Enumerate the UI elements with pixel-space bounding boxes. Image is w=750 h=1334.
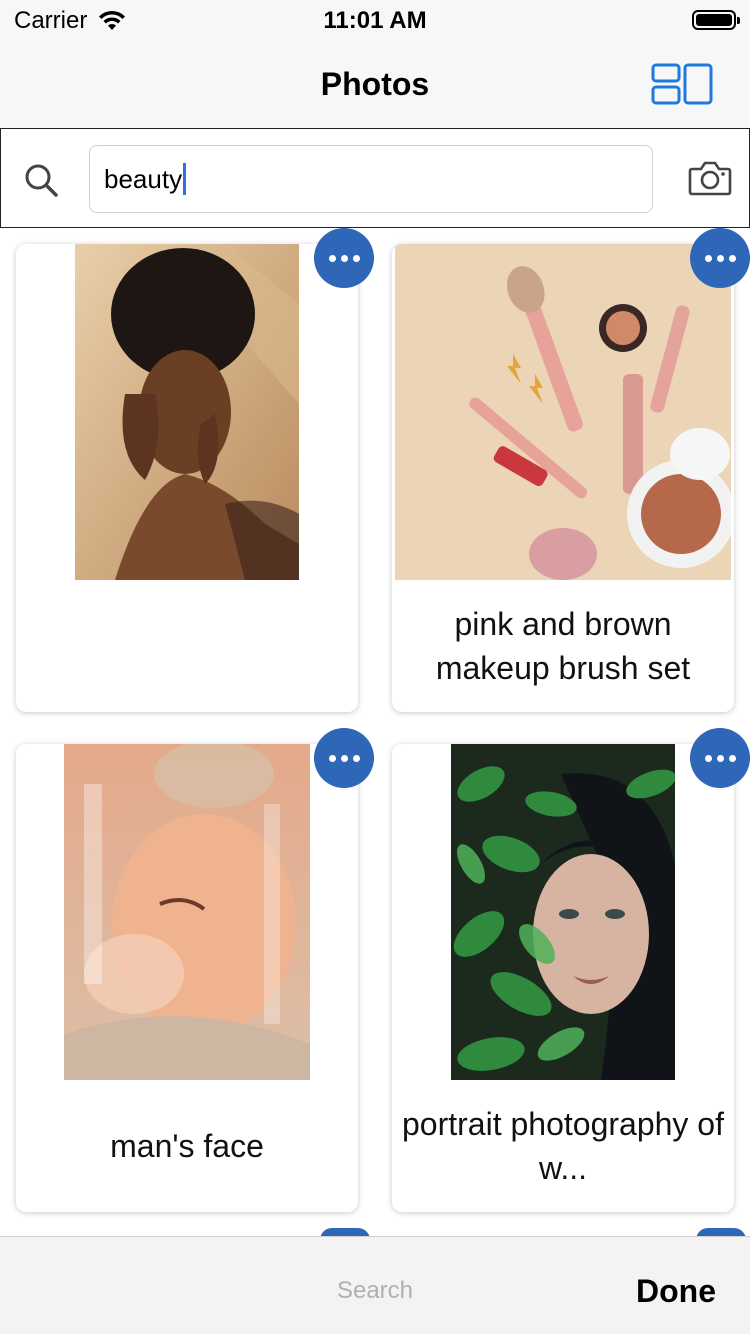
photo-caption: pink and brown makeup brush set [435, 606, 691, 686]
search-input-value: beauty [104, 163, 183, 194]
more-options-button[interactable] [690, 228, 750, 288]
status-bar: Carrier 11:01 AM [0, 0, 750, 40]
text-caret [183, 163, 187, 195]
done-button[interactable]: Done [636, 1273, 716, 1310]
layout-toggle-icon [651, 63, 713, 105]
more-options-button[interactable] [314, 228, 374, 288]
photo-card[interactable]: pink and brown makeup brush set [392, 244, 734, 712]
search-icon [25, 164, 58, 197]
photo-caption: man's face [110, 1128, 264, 1164]
search-input[interactable]: beauty [89, 145, 653, 213]
page-title: Photos [320, 66, 430, 102]
status-time: 11:01 AM [323, 7, 427, 34]
battery-icon [692, 10, 740, 30]
photo-card[interactable]: man's face [16, 744, 358, 1212]
photo-face-reflection [64, 744, 310, 1080]
more-options-button[interactable] [690, 728, 750, 788]
layout-toggle-button[interactable] [650, 62, 716, 106]
photo-makeup-brushes [395, 244, 731, 580]
photo-card[interactable] [16, 244, 358, 712]
more-options-button[interactable] [314, 728, 374, 788]
camera-icon[interactable] [688, 158, 732, 198]
photo-caption: portrait photography of w... [402, 1106, 724, 1186]
photo-woman-in-leaves [451, 744, 675, 1080]
photo-woman-portrait [75, 244, 299, 580]
navigation-bar: Photos [0, 40, 750, 128]
search-bar: beauty [0, 128, 750, 228]
keyboard-toolbar: Search Done [0, 1236, 750, 1334]
photo-card[interactable]: portrait photography of w... [392, 744, 734, 1212]
